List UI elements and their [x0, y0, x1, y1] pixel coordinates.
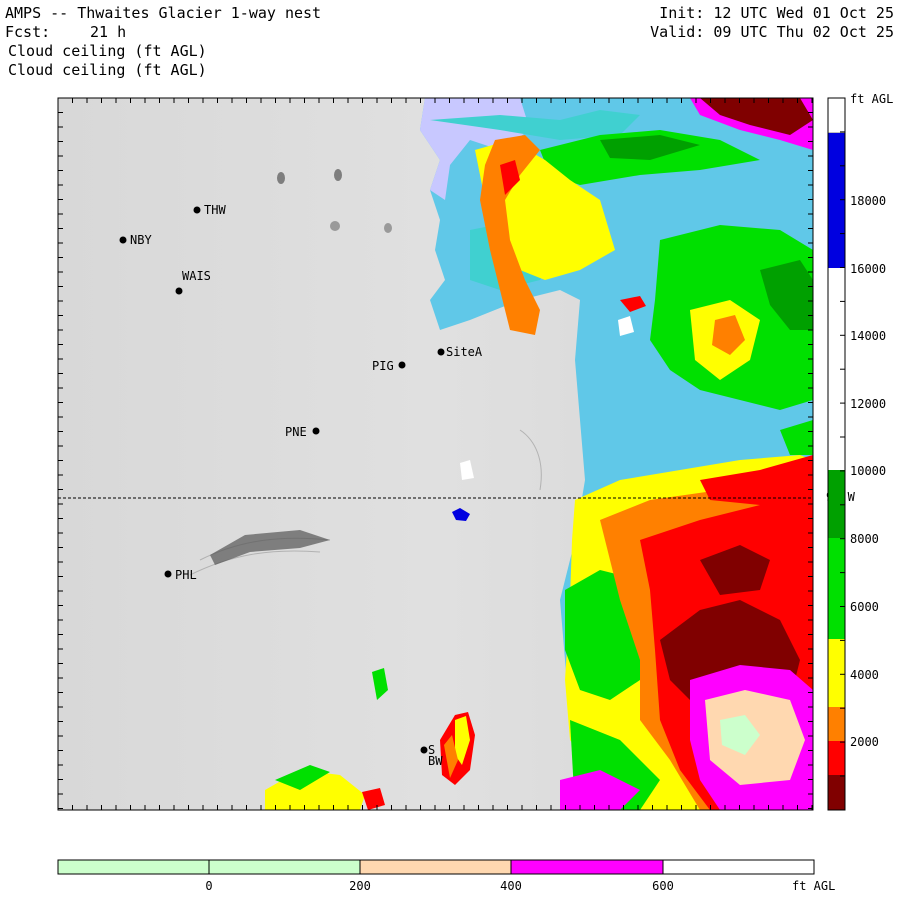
colorbar-right-unit: ft AGL: [850, 92, 893, 106]
station-nby-dot: [119, 236, 127, 244]
cbar-green: [828, 538, 845, 639]
station-bw: BW: [428, 754, 443, 768]
cbar-bottom-lightgreen-b: [209, 860, 360, 874]
cbar-tick-18000: 18000: [850, 194, 886, 208]
cbar-tick-2000: 2000: [850, 735, 879, 749]
station-phl: PHL: [175, 568, 197, 582]
station-pig-dot: [398, 361, 406, 369]
cbar-bottom-tick-0: 0: [205, 879, 212, 893]
station-pne-dot: [312, 427, 320, 435]
station-pig: PIG: [372, 359, 394, 373]
cbar-darkred: [828, 775, 845, 810]
cbar-bottom-tick-400: 400: [500, 879, 522, 893]
cbar-tick-12000: 12000: [850, 397, 886, 411]
cbar-red: [828, 741, 845, 775]
colorbar-right: ft AGL 18000 16000 14000 12000 10000 800…: [827, 92, 893, 811]
cbar-orange: [828, 707, 845, 741]
cbar-bottom-tick-600: 600: [652, 879, 674, 893]
cbar-tick-16000: 16000: [850, 262, 886, 276]
station-sitea-dot: [437, 348, 445, 356]
cbar-tick-14000: 14000: [850, 329, 886, 343]
cbar-darkgreen: [828, 470, 845, 538]
cbar-tick-6000: 6000: [850, 600, 879, 614]
cbar-bottom-unit: ft AGL: [792, 879, 835, 893]
cbar-tick-4000: 4000: [850, 668, 879, 682]
cbar-bottom-white: [663, 860, 814, 874]
station-thw: THW: [204, 203, 226, 217]
map-field: [58, 98, 813, 810]
cbar-tick-8000: 8000: [850, 532, 879, 546]
colorbar-bottom: 0 200 400 600 ft AGL: [57, 859, 835, 893]
cbar-tick-10000: 10000: [850, 464, 886, 478]
cbar-bottom-peach: [360, 860, 511, 874]
cbar-bottom-lightgreen-a: [58, 860, 209, 874]
station-wais-dot: [175, 287, 183, 295]
station-nby: NBY: [130, 233, 152, 247]
station-pne: PNE: [285, 425, 307, 439]
map-canvas: THW NBY WAIS SiteA PIG PNE PHL S BW 90 W…: [57, 92, 893, 893]
cbar-blue: [828, 133, 845, 268]
station-s-dot: [420, 746, 428, 754]
cbar-bottom-tick-200: 200: [349, 879, 371, 893]
station-sitea: SiteA: [446, 345, 483, 359]
station-thw-dot: [193, 206, 201, 214]
station-phl-dot: [164, 570, 172, 578]
station-wais: WAIS: [182, 269, 211, 283]
cbar-bottom-magenta: [511, 860, 663, 874]
cbar-yellow: [828, 639, 845, 707]
